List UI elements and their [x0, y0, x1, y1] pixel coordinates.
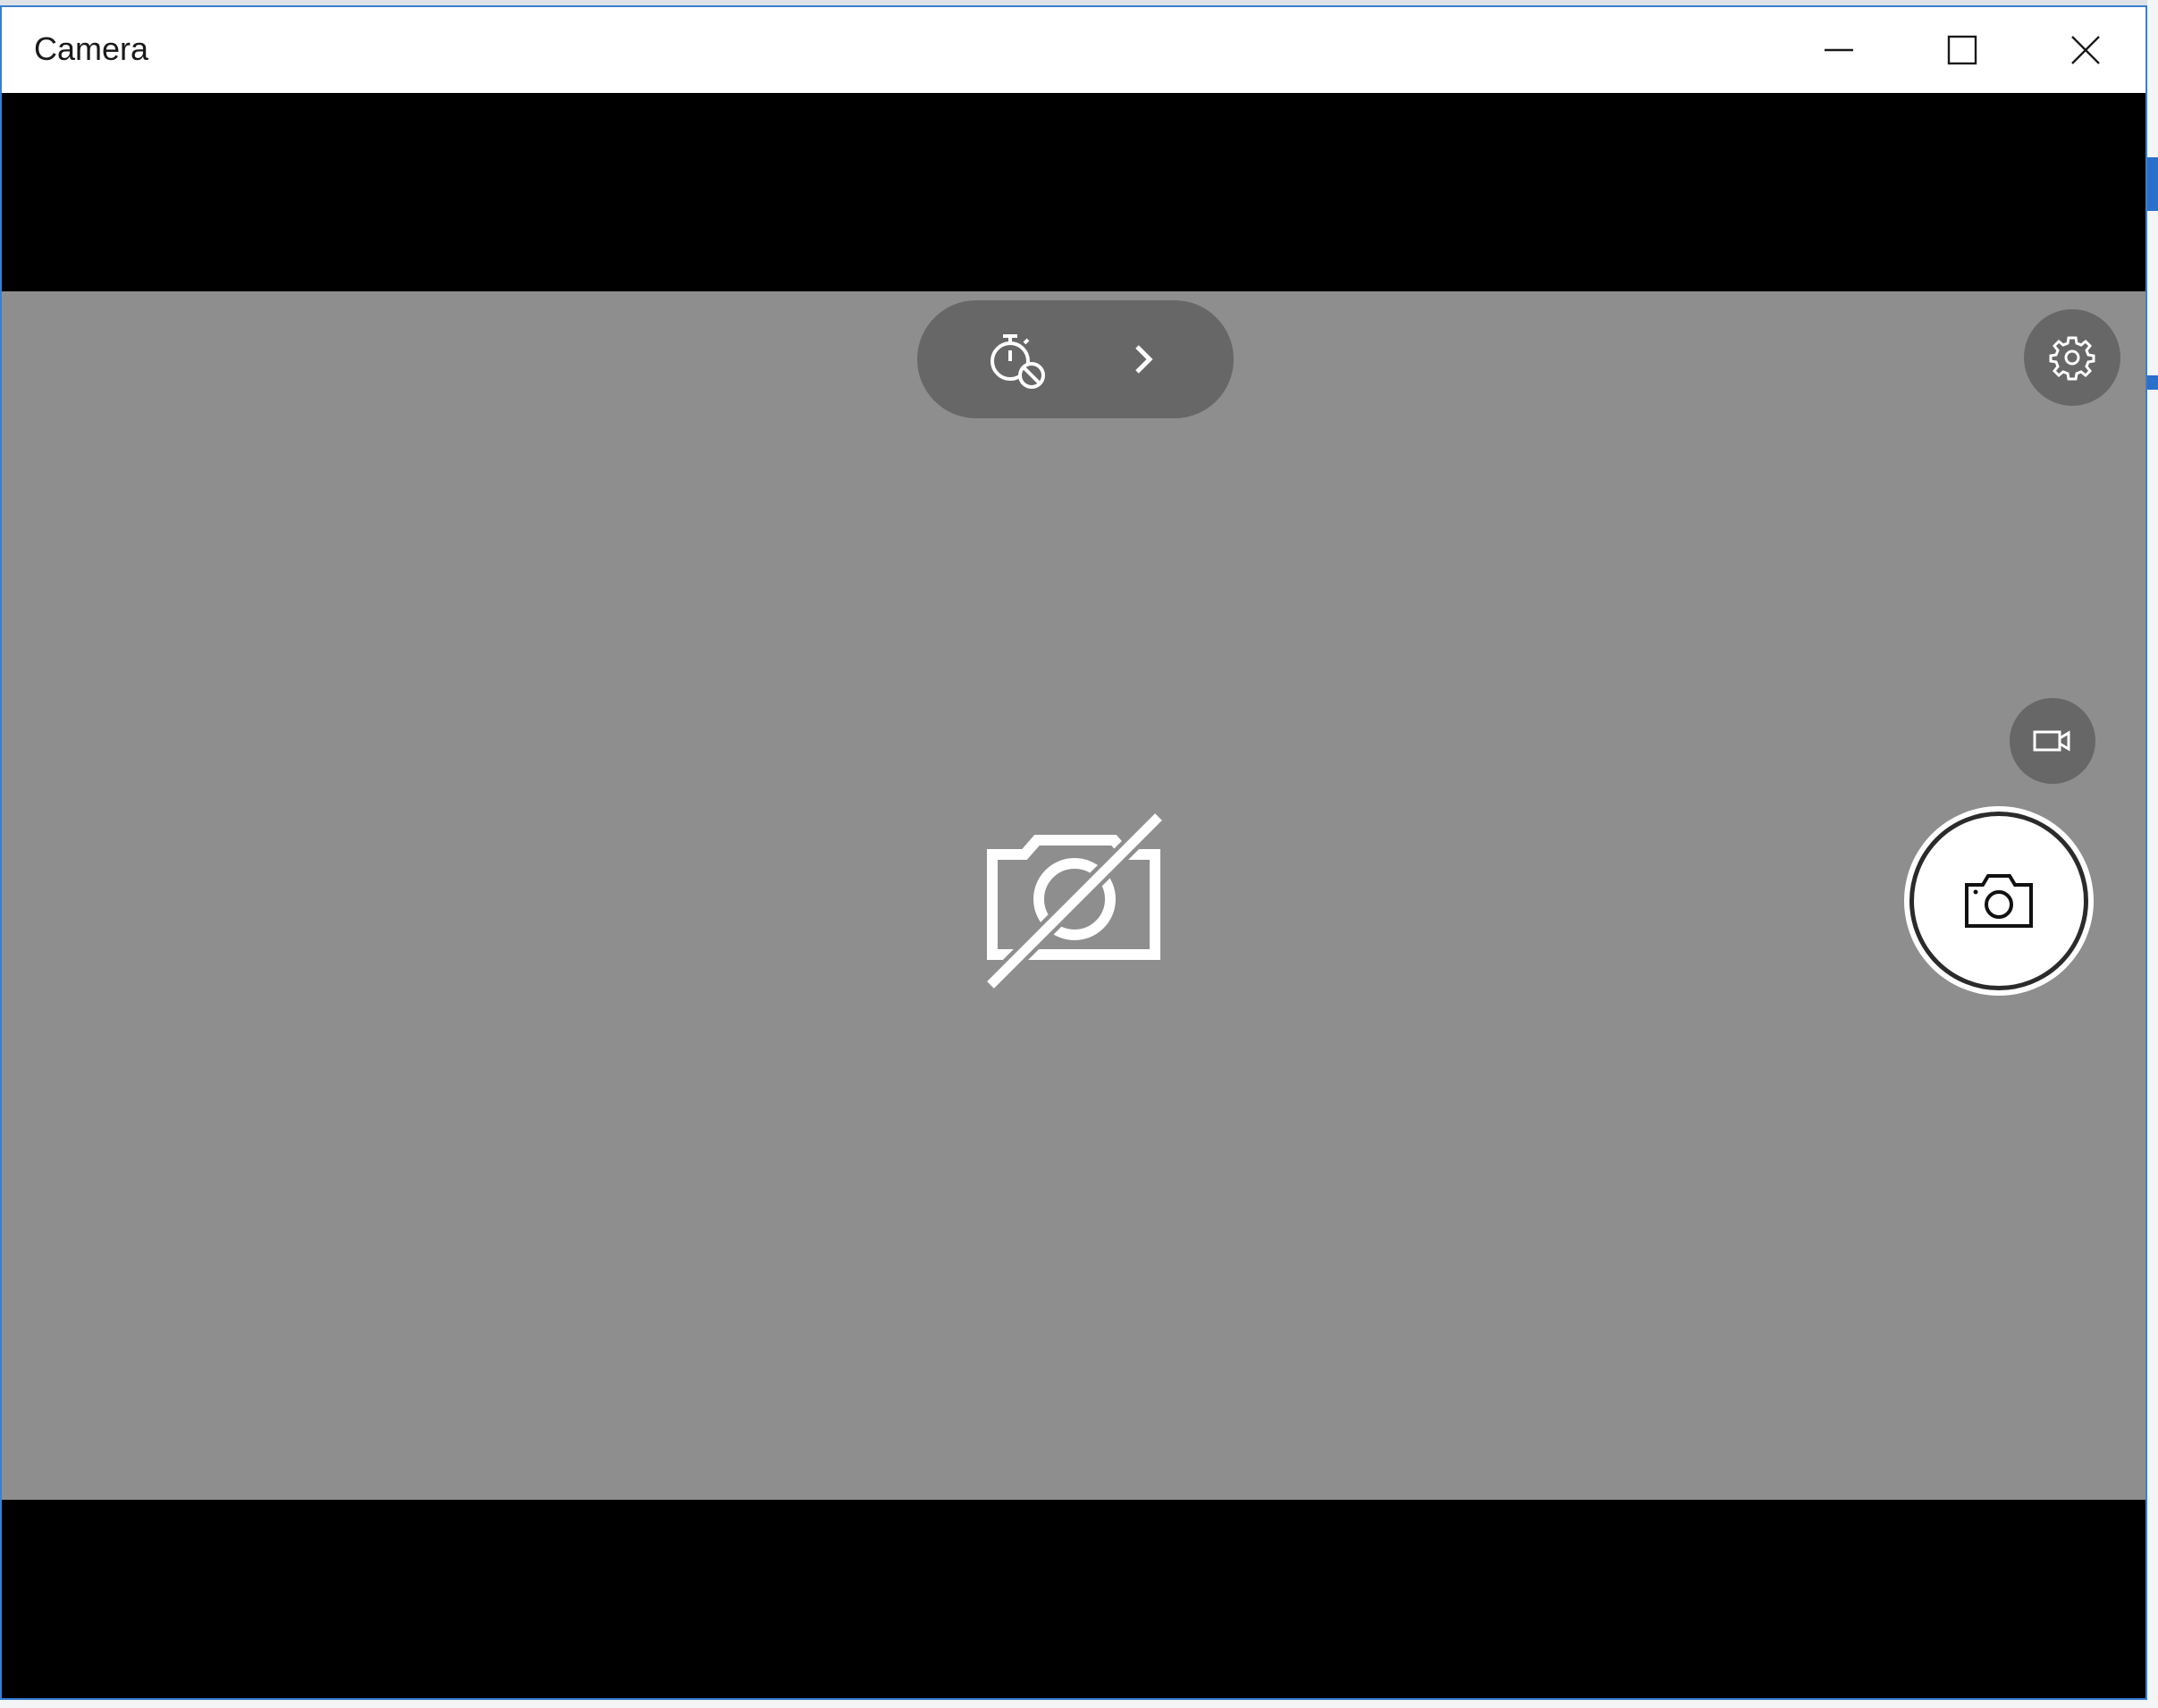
close-icon — [2071, 36, 2100, 64]
gear-icon — [2049, 336, 2095, 381]
background-window-fragment — [2147, 375, 2158, 390]
minimize-icon — [1825, 48, 1853, 52]
timer-off-icon[interactable] — [985, 327, 1049, 391]
timer-control[interactable] — [917, 300, 1234, 418]
desktop-background-bottom — [0, 1700, 2158, 1708]
camera-viewfinder[interactable] — [2, 291, 2145, 1500]
title-bar[interactable]: Camera — [2, 7, 2145, 93]
camera-window: Camera — [0, 5, 2147, 1700]
settings-button[interactable] — [2024, 309, 2120, 406]
background-window-fragment — [2147, 157, 2158, 211]
video-mode-button[interactable] — [2010, 698, 2095, 784]
maximize-button[interactable] — [1901, 7, 2024, 93]
letterbox-bottom — [2, 1500, 2145, 1698]
close-button[interactable] — [2024, 7, 2145, 93]
minimize-button[interactable] — [1777, 7, 1901, 93]
no-camera-icon — [982, 810, 1169, 992]
window-title: Camera — [34, 30, 149, 67]
desktop-background-right — [2147, 0, 2158, 1708]
chevron-right-icon[interactable] — [1123, 338, 1166, 381]
video-camera-icon — [2033, 730, 2070, 752]
take-photo-button[interactable] — [1904, 806, 2094, 996]
letterbox-top — [2, 93, 2145, 291]
camera-icon — [1965, 874, 2033, 928]
maximize-icon — [1947, 35, 1977, 65]
